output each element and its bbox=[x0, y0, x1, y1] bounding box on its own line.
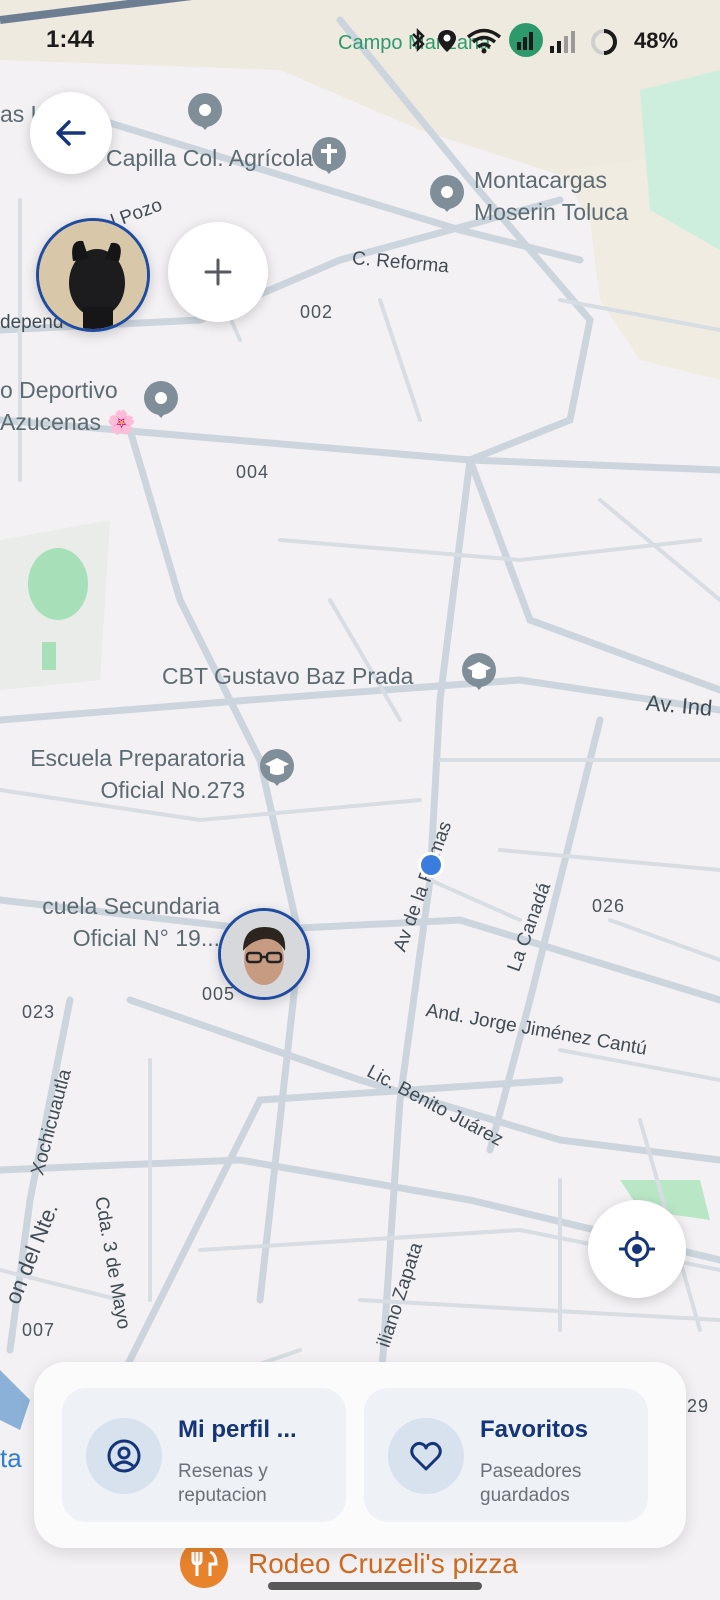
favorites-card[interactable]: Favoritos Paseadores guardados bbox=[364, 1388, 648, 1522]
block-number: 004 bbox=[236, 462, 270, 482]
card-title: Favoritos bbox=[480, 1416, 589, 1443]
place-label-montacargas: Montacargas Moserin Toluca bbox=[474, 167, 629, 225]
battery-ring-icon bbox=[591, 29, 617, 55]
card-subtitle: Paseadores guardados bbox=[480, 1461, 582, 1506]
poi-pin-icon[interactable] bbox=[428, 174, 466, 212]
school-pin-icon[interactable] bbox=[460, 652, 498, 690]
user-circle-icon bbox=[107, 1439, 141, 1473]
signal-secondary-icon bbox=[550, 31, 575, 53]
bottom-action-panel: Mi perfil ... Resenas y reputacion Favor… bbox=[34, 1362, 686, 1548]
add-pet-button[interactable] bbox=[168, 222, 268, 322]
status-battery: 48% bbox=[634, 28, 679, 53]
signal-strength-icon bbox=[509, 23, 543, 57]
poi-pin-icon[interactable] bbox=[142, 380, 180, 418]
bluetooth-icon bbox=[412, 27, 425, 53]
block-number: 005 bbox=[202, 984, 236, 1004]
block-number: 007 bbox=[22, 1320, 56, 1340]
plus-icon bbox=[204, 258, 232, 286]
place-label-cbt: CBT Gustavo Baz Prada bbox=[162, 663, 414, 689]
edge-label: ta bbox=[0, 1443, 22, 1473]
dog-avatar-icon bbox=[39, 221, 147, 329]
place-label-deportivo: o Deportivo Azucenas 🌸 bbox=[0, 377, 137, 435]
walker-avatar-marker[interactable] bbox=[218, 908, 310, 1000]
arrow-left-icon bbox=[56, 120, 86, 146]
recenter-location-button[interactable] bbox=[588, 1200, 686, 1298]
school-pin-icon[interactable] bbox=[258, 748, 296, 786]
heart-icon bbox=[410, 1441, 442, 1471]
place-label-capilla: Capilla Col. Agrícola bbox=[106, 145, 314, 171]
location-status-icon bbox=[438, 30, 456, 52]
poi-label-pizza: Rodeo Cruzeli's pizza bbox=[248, 1548, 518, 1579]
card-title: Mi perfil ... bbox=[178, 1416, 297, 1443]
home-indicator[interactable] bbox=[268, 1582, 482, 1590]
person-avatar-icon bbox=[221, 911, 307, 997]
current-location-dot bbox=[418, 852, 444, 878]
block-number: 026 bbox=[592, 896, 626, 916]
poi-pin-icon[interactable] bbox=[186, 92, 224, 130]
status-time: 1:44 bbox=[46, 26, 95, 53]
status-bar: 1:44 Campo Manzana 48% bbox=[0, 0, 720, 84]
crosshair-icon bbox=[619, 1231, 655, 1267]
back-button[interactable] bbox=[30, 92, 112, 174]
block-number: 002 bbox=[300, 302, 334, 322]
card-icon-wrapper bbox=[388, 1418, 464, 1494]
church-pin-icon[interactable] bbox=[310, 136, 348, 174]
wifi-icon bbox=[466, 28, 502, 54]
block-number: 023 bbox=[22, 1002, 56, 1022]
card-icon-wrapper bbox=[86, 1418, 162, 1494]
card-subtitle: Resenas y reputacion bbox=[178, 1461, 268, 1506]
my-profile-card[interactable]: Mi perfil ... Resenas y reputacion bbox=[62, 1388, 346, 1522]
pet-avatar-button[interactable] bbox=[36, 218, 150, 332]
place-label-secundaria: cuela Secundaria Oficial N° 19... bbox=[42, 893, 220, 951]
place-label-preparatoria: Escuela Preparatoria Oficial No.273 bbox=[30, 745, 245, 803]
